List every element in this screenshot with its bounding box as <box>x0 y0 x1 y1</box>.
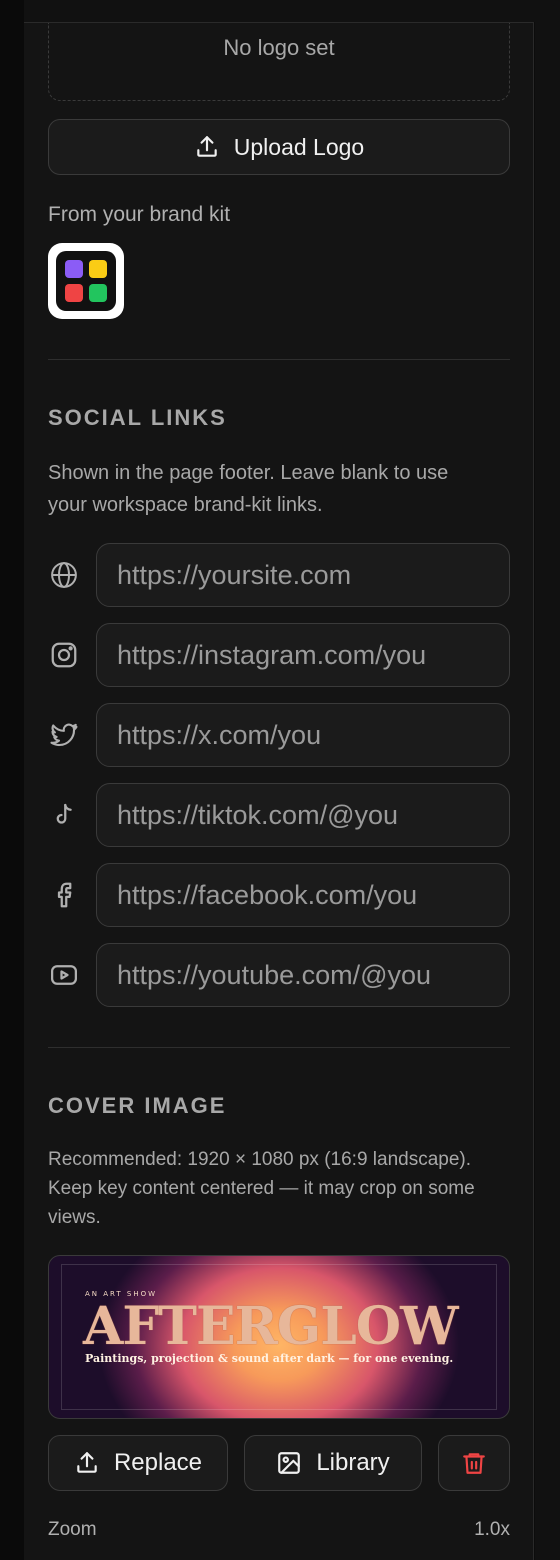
social-row-youtube <box>48 943 510 1007</box>
trash-icon <box>463 1453 485 1474</box>
cover-image-title: COVER IMAGE <box>48 1093 227 1118</box>
twitter-icon <box>48 719 80 751</box>
replace-cover-button[interactable]: Replace <box>48 1435 228 1491</box>
cover-tagline: Paintings, projection & sound after dark… <box>85 1352 454 1365</box>
social-links-description: Shown in the page footer. Leave blank to… <box>48 462 449 516</box>
image-icon <box>278 1452 301 1474</box>
tiktok-url-input[interactable] <box>96 783 510 847</box>
website-url-input[interactable] <box>96 543 510 607</box>
instagram-icon <box>48 639 80 671</box>
cover-headline: AFTERGLOW <box>83 1296 458 1357</box>
facebook-icon <box>48 879 80 911</box>
logo-square-red <box>65 284 83 302</box>
settings-panel: No logo set Upload Logo From your brand … <box>24 22 534 1560</box>
brand-kit-logo-grid <box>56 251 116 311</box>
facebook-url-input[interactable] <box>96 863 510 927</box>
top-bar <box>0 0 560 22</box>
twitter-url-input[interactable] <box>96 703 510 767</box>
scrollbar-gutter[interactable] <box>535 22 560 1560</box>
social-links-title: SOCIAL LINKS <box>48 405 227 430</box>
zoom-label: Zoom <box>48 1519 97 1540</box>
upload-icon <box>197 136 217 157</box>
globe-icon <box>48 559 80 591</box>
social-row-twitter <box>48 703 510 767</box>
tiktok-icon <box>48 799 80 831</box>
social-row-instagram <box>48 623 510 687</box>
upload-icon <box>77 1452 97 1473</box>
upload-logo-label: Upload Logo <box>233 133 365 160</box>
logo-square-green <box>89 284 107 302</box>
youtube-url-input[interactable] <box>96 943 510 1007</box>
social-row-tiktok <box>48 783 510 847</box>
left-edge <box>0 0 24 1560</box>
instagram-url-input[interactable] <box>96 623 510 687</box>
replace-label: Replace <box>113 1449 203 1476</box>
divider <box>48 1047 510 1048</box>
social-row-website <box>48 543 510 607</box>
delete-cover-button[interactable] <box>438 1435 510 1491</box>
cover-image-description: Recommended: 1920 × 1080 px (16:9 landsc… <box>48 1149 475 1228</box>
library-label: Library <box>316 1449 390 1476</box>
brand-kit-label: From your brand kit <box>48 203 231 226</box>
no-logo-text: No logo set <box>223 35 335 60</box>
social-row-facebook <box>48 863 510 927</box>
upload-logo-button[interactable]: Upload Logo <box>48 119 510 175</box>
logo-square-yellow <box>89 260 107 278</box>
brand-kit-logo[interactable] <box>48 243 124 319</box>
youtube-icon <box>48 959 80 991</box>
zoom-value: 1.0x <box>474 1519 510 1540</box>
logo-dropzone[interactable]: No logo set <box>48 23 510 101</box>
logo-square-purple <box>65 260 83 278</box>
divider <box>48 359 510 360</box>
library-button[interactable]: Library <box>244 1435 422 1491</box>
cover-image-preview[interactable]: AN ART SHOW AFTERGLOW Paintings, project… <box>48 1255 510 1419</box>
